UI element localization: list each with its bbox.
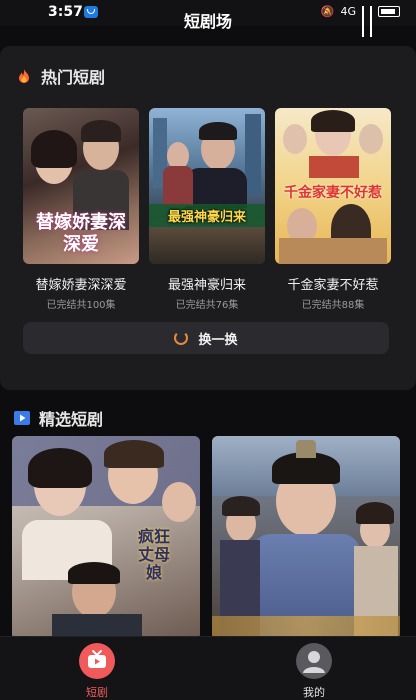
hot-drama-card[interactable]: 千金家妻不好惹 千金家妻不好惹 已完结共88集: [275, 108, 391, 311]
drama-episodes: 已完结共88集: [301, 300, 365, 311]
picked-drama-card[interactable]: 疯狂丈母娘: [12, 436, 200, 640]
drama-episodes: 已完结共100集: [46, 300, 116, 311]
nav-label-dramas: 短剧: [86, 686, 108, 699]
tv-icon: [79, 643, 115, 679]
poster-title: 最强神豪归来: [149, 204, 265, 227]
drama-name: 替嫁娇妻深深爱: [35, 278, 127, 293]
hot-section-title: 热门短剧: [41, 68, 106, 87]
top-bar: 短剧场: [0, 0, 416, 46]
page-title: 短剧场: [183, 12, 232, 31]
poster-title: 替嫁娇妻深深爱: [36, 212, 126, 255]
bottom-nav: 短剧 我的: [0, 636, 416, 700]
refresh-icon: [174, 331, 189, 345]
user-icon: [296, 643, 332, 679]
poster-title: 千金家妻不好惹: [284, 185, 382, 201]
fire-icon: [19, 69, 29, 83]
poster-title: 疯狂丈母娘: [137, 527, 170, 582]
drama-name: 最强神豪归来: [167, 278, 246, 293]
picks-section-title: 精选短剧: [39, 410, 104, 429]
nav-tab-profile[interactable]: 我的: [284, 643, 344, 700]
play-icon: [14, 411, 30, 425]
hot-section-header: 热门短剧: [16, 64, 105, 88]
picks-section-header: 精选短剧: [14, 406, 103, 430]
nav-label-profile: 我的: [303, 686, 325, 699]
drama-poster: 替嫁娇妻深深爱: [23, 108, 139, 264]
drama-episodes: 已完结共76集: [175, 300, 239, 311]
hot-drama-card[interactable]: 最强神豪归来 最强神豪归来 已完结共76集: [149, 108, 265, 311]
drama-poster: 千金家妻不好惹: [275, 108, 391, 264]
picked-drama-card[interactable]: [212, 436, 400, 640]
nav-tab-dramas[interactable]: 短剧: [67, 643, 127, 700]
refresh-label: 换一换: [198, 332, 238, 348]
drama-poster: 最强神豪归来: [149, 108, 265, 264]
drama-name: 千金家妻不好惹: [287, 278, 379, 293]
refresh-button[interactable]: 换一换: [23, 322, 389, 354]
hot-drama-card[interactable]: 替嫁娇妻深深爱 替嫁娇妻深深爱 已完结共100集: [23, 108, 139, 311]
